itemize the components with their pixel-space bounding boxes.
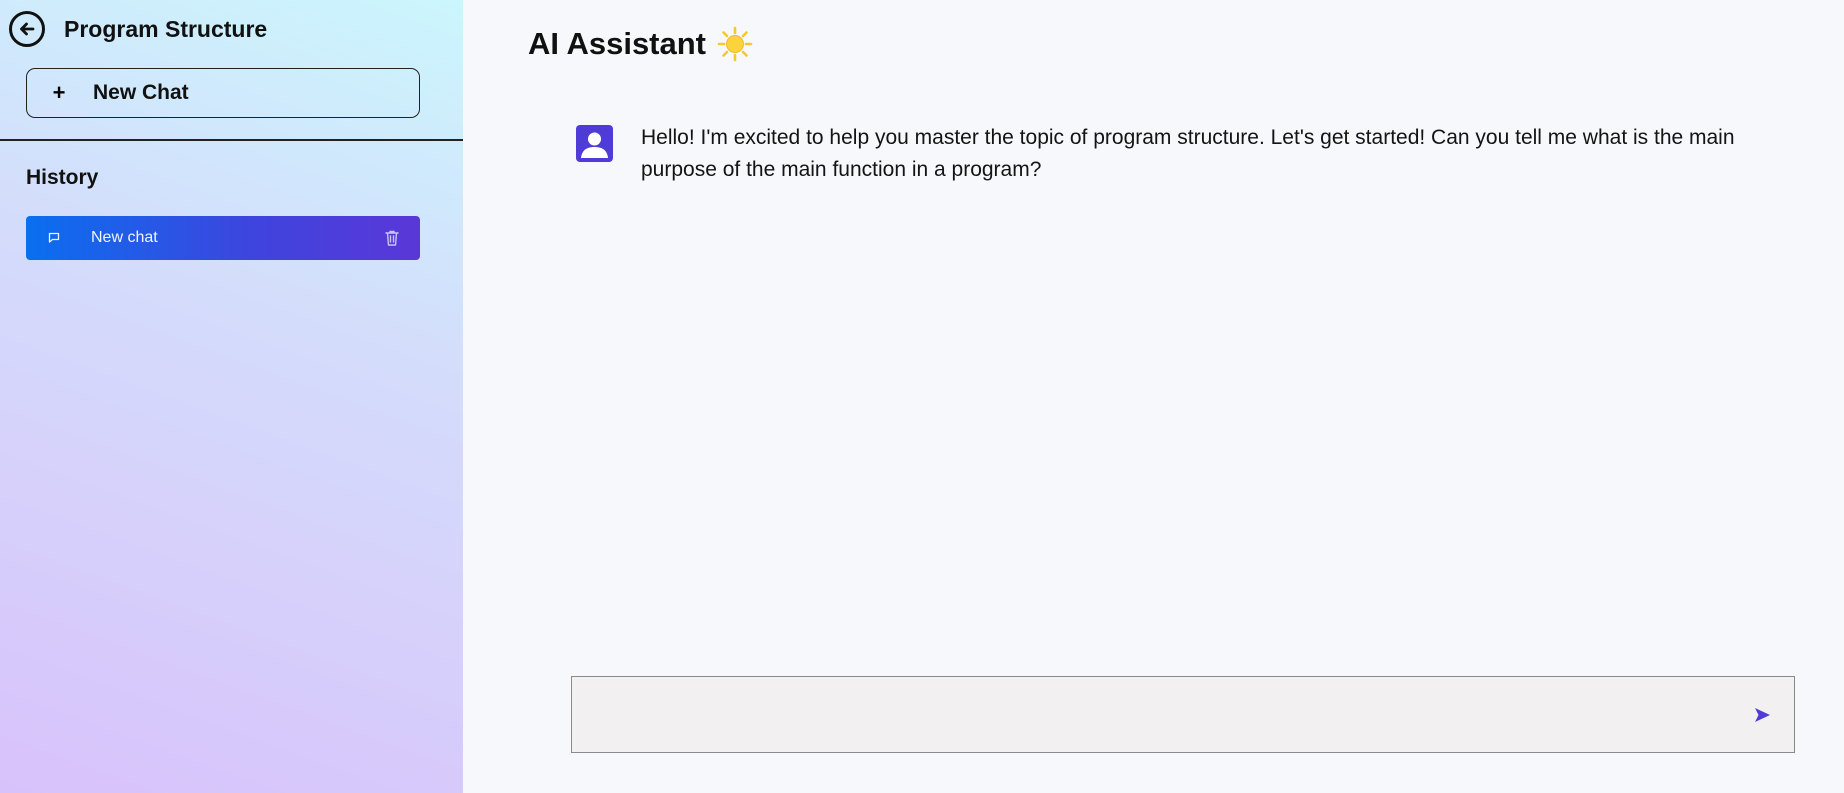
message-icon — [48, 232, 60, 243]
page-title-text: AI Assistant — [528, 26, 707, 61]
plus-icon: + — [52, 80, 66, 105]
sidebar-divider — [0, 139, 463, 141]
page-title: AI Assistant — [528, 26, 753, 62]
app-window: Program Structure + New Chat History New… — [0, 0, 1844, 793]
sun-icon — [717, 26, 753, 62]
chat-input[interactable] — [572, 677, 1748, 752]
person-icon — [581, 132, 608, 158]
history-item[interactable]: New chat — [26, 216, 420, 260]
trash-icon[interactable] — [384, 229, 400, 247]
history-heading: History — [26, 166, 99, 189]
chat-input-box — [571, 676, 1795, 753]
history-item-label: New chat — [91, 229, 158, 246]
sidebar-title: Program Structure — [64, 15, 268, 42]
sidebar-header: Program Structure — [0, 0, 463, 58]
user-avatar-icon — [576, 125, 613, 162]
back-button[interactable] — [9, 11, 45, 47]
send-button[interactable] — [1748, 701, 1776, 729]
new-chat-label: New Chat — [93, 81, 189, 104]
message-text: Hello! I'm excited to help you master th… — [641, 126, 1735, 181]
assistant-message: Hello! I'm excited to help you master th… — [576, 125, 1811, 186]
chat-panel: AI Assistant Hello! I'm excited to help … — [463, 0, 1844, 793]
sidebar: Program Structure + New Chat History New… — [0, 0, 463, 793]
new-chat-button[interactable]: + New Chat — [26, 68, 420, 118]
send-icon — [1755, 707, 1770, 722]
arrow-left-icon — [20, 22, 35, 36]
